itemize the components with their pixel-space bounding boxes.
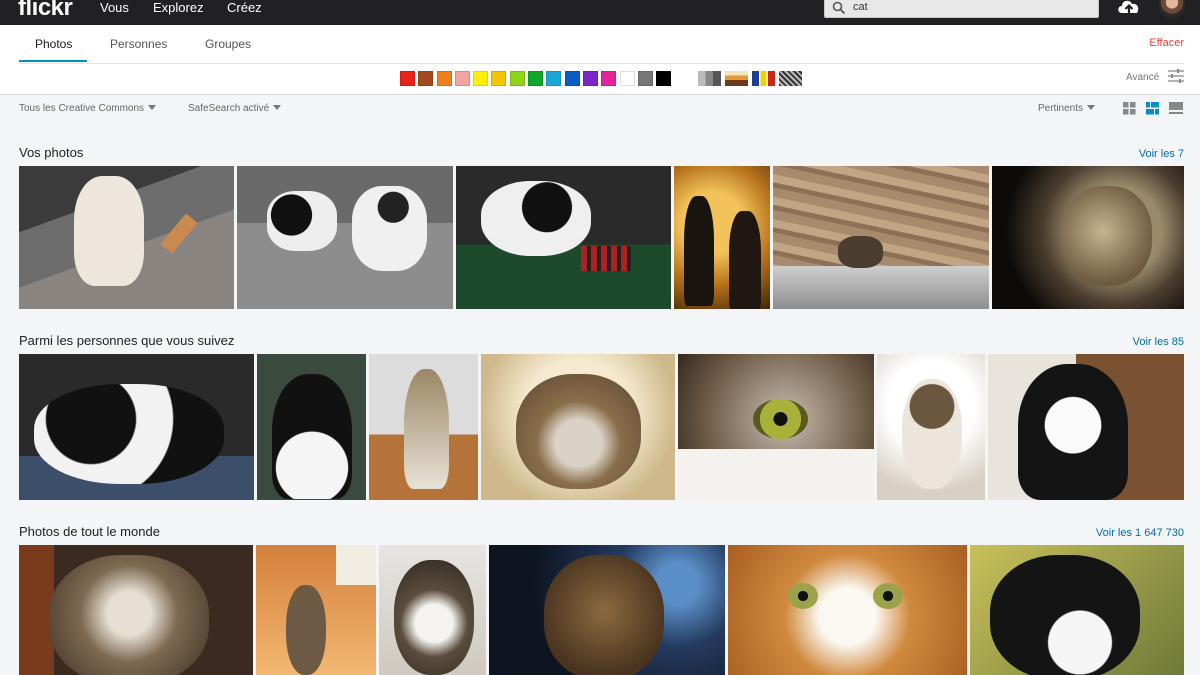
section-title-following: Parmi les personnes que vous suivez xyxy=(19,333,235,348)
search-value: cat xyxy=(853,1,868,13)
grid-view-icon[interactable] xyxy=(1123,102,1136,115)
photo-tile[interactable] xyxy=(992,166,1184,309)
top-navbar: flickr Vous Explorez Créez cat xyxy=(0,0,1200,25)
see-all-link[interactable]: Voir les 1 647 730 xyxy=(1096,527,1184,539)
photo-tile[interactable] xyxy=(256,545,376,675)
color-filter xyxy=(400,71,674,86)
avatar[interactable] xyxy=(1159,0,1185,18)
pattern-style-icon[interactable] xyxy=(779,71,802,86)
sort-dropdown[interactable]: Pertinents xyxy=(1038,103,1096,114)
photo-tile[interactable] xyxy=(19,545,253,675)
photo-tile[interactable] xyxy=(257,354,366,500)
color-swatch[interactable] xyxy=(564,71,580,86)
color-swatch[interactable] xyxy=(454,71,470,86)
chevron-down-icon xyxy=(1087,105,1096,110)
color-swatch[interactable] xyxy=(601,71,617,86)
photo-tile[interactable] xyxy=(237,166,453,309)
photo-tile[interactable] xyxy=(674,166,770,309)
color-swatch[interactable] xyxy=(637,71,653,86)
color-swatch[interactable] xyxy=(546,71,562,86)
photo-tile[interactable] xyxy=(877,354,985,500)
chevron-down-icon xyxy=(148,105,157,110)
search-subnav: Photos Personnes Groupes Effacer Avancé xyxy=(0,25,1200,95)
flickr-logo[interactable]: flickr xyxy=(18,0,73,22)
section-title-vos-photos: Vos photos xyxy=(19,145,84,160)
upload-cloud-icon[interactable] xyxy=(1116,0,1142,17)
photo-tile[interactable] xyxy=(489,545,725,675)
style-filter xyxy=(698,71,806,86)
nav-creez[interactable]: Créez xyxy=(227,0,262,15)
section-title-everyone: Photos de tout le monde xyxy=(19,524,160,539)
search-input[interactable]: cat xyxy=(824,0,1099,18)
color-swatch[interactable] xyxy=(619,71,635,86)
justified-view-icon[interactable] xyxy=(1146,102,1159,115)
tab-personnes[interactable]: Personnes xyxy=(110,37,167,51)
license-dropdown[interactable]: Tous les Creative Commons xyxy=(19,103,157,114)
nav-explorez[interactable]: Explorez xyxy=(153,0,204,15)
color-swatch[interactable] xyxy=(528,71,544,86)
color-swatch[interactable] xyxy=(509,71,525,86)
photo-tile[interactable] xyxy=(379,545,486,675)
photo-tile[interactable] xyxy=(678,354,874,500)
color-swatch[interactable] xyxy=(656,71,672,86)
active-tab-indicator xyxy=(19,60,87,62)
photo-tile[interactable] xyxy=(456,166,671,309)
photo-tile[interactable] xyxy=(773,166,989,309)
bw-style-icon[interactable] xyxy=(698,71,721,86)
divider xyxy=(19,63,1184,64)
safesearch-dropdown[interactable]: SafeSearch activé xyxy=(188,103,282,114)
color-swatch[interactable] xyxy=(473,71,489,86)
tab-photos[interactable]: Photos xyxy=(35,37,72,51)
advanced-link[interactable]: Avancé xyxy=(1126,72,1159,83)
see-all-link[interactable]: Voir les 7 xyxy=(1139,148,1184,160)
color-swatch[interactable] xyxy=(436,71,452,86)
sliders-icon[interactable] xyxy=(1168,69,1184,83)
clear-button[interactable]: Effacer xyxy=(1149,37,1184,49)
color-swatch[interactable] xyxy=(582,71,598,86)
photo-tile[interactable] xyxy=(481,354,675,500)
search-icon xyxy=(832,1,846,15)
chevron-down-icon xyxy=(273,105,282,110)
photo-tile[interactable] xyxy=(728,545,967,675)
photo-tile[interactable] xyxy=(19,354,254,500)
photo-tile[interactable] xyxy=(988,354,1184,500)
tab-groupes[interactable]: Groupes xyxy=(205,37,251,51)
color-swatch[interactable] xyxy=(491,71,507,86)
detail-view-icon[interactable] xyxy=(1169,102,1183,115)
nav-vous[interactable]: Vous xyxy=(100,0,129,15)
photo-tile[interactable] xyxy=(369,354,478,500)
see-all-link[interactable]: Voir les 85 xyxy=(1133,336,1184,348)
photo-tile[interactable] xyxy=(19,166,234,309)
minimalist-style-icon[interactable] xyxy=(752,71,775,86)
photo-tile[interactable] xyxy=(970,545,1184,675)
color-swatch[interactable] xyxy=(418,71,434,86)
shallow-depth-style-icon[interactable] xyxy=(725,71,748,86)
color-swatch[interactable] xyxy=(400,71,415,86)
